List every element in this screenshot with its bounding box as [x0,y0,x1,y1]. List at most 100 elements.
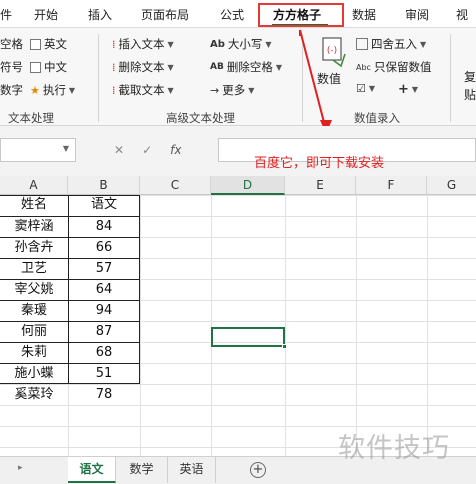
round-button[interactable]: 四舍五入 ▼ [356,36,426,52]
case-button[interactable]: Ab 大小写 ▼ [210,36,272,52]
menu-item-file[interactable]: 件 [0,6,12,23]
keep-value-button[interactable]: Abc 只保留数值 [356,59,431,75]
menu-item-review[interactable]: 审阅 [405,6,429,23]
sheet-tab-english[interactable]: 英语 [168,457,216,483]
menu-item-formulas[interactable]: 公式 [220,6,244,23]
round-icon [356,38,368,50]
arrow-icon: → [210,83,220,97]
table-cell-score[interactable]: 57 [68,259,140,278]
table-cell-score[interactable]: 64 [68,280,140,299]
name-box[interactable]: ▼ [0,138,76,162]
delete-spaces-icon: AB [210,62,224,72]
annotation-text: 百度它，即可下载安装 [254,156,385,171]
table-cell-score[interactable]: 78 [68,385,140,404]
table-cell-name[interactable]: 窦梓涵 [0,217,68,236]
menu-item-home[interactable]: 开始 [34,6,58,23]
english-checkbox[interactable]: 英文 [30,36,67,52]
menu-item-view[interactable]: 视 [456,6,468,23]
selected-cell[interactable] [211,327,285,347]
add-sheet-button[interactable]: + [250,462,266,478]
more-button[interactable]: → 更多 ▼ [210,82,254,98]
execute-button[interactable]: ★ 执行 ▼ [30,82,75,98]
edit-icon: ☑ [356,82,366,95]
group-divider [98,34,99,122]
highlight-box [258,3,344,27]
svg-text:(-): (-) [327,46,337,56]
header-cell-chinese[interactable]: 语文 [68,195,140,214]
chevron-down-icon: ▼ [275,62,282,72]
column-header-b[interactable]: B [68,176,140,195]
table-cell-name[interactable]: 奚菜玲 [0,385,68,404]
chevron-down-icon: ▼ [68,85,76,95]
value-icon: (-) [322,37,346,68]
extract-text-button[interactable]: ⁞ 截取文本 ▼ [112,82,174,98]
chevron-down-icon: ▼ [420,39,427,49]
gridline-vertical [356,195,357,456]
value-button[interactable]: (-) 数值 [315,34,349,94]
table-cell-score[interactable]: 68 [68,343,140,362]
column-header-e[interactable]: E [285,176,356,195]
table-cell-name[interactable]: 宰父姚 [0,280,68,299]
column-header-a[interactable]: A [0,176,68,195]
edit-button[interactable]: ☑ ▼ [356,82,375,95]
table-cell-name[interactable]: 施小蝶 [0,364,68,383]
insert-text-label: 插入文本 [118,37,165,51]
keep-value-label: 只保留数值 [373,60,432,74]
execute-label: 执行 [42,83,66,97]
group-label-number: 数值录入 [354,111,400,125]
delete-text-label: 删除文本 [118,60,165,74]
table-cell-score[interactable]: 94 [68,301,140,320]
column-header-g[interactable]: G [427,176,476,195]
remove-space-button[interactable]: 空格 [0,36,23,52]
gridline-vertical [211,195,212,456]
chevron-down-icon: ▼ [411,85,419,94]
paste-button[interactable]: 贴 [464,86,476,103]
cancel-icon[interactable]: ✕ [114,143,124,157]
confirm-icon[interactable]: ✓ [142,143,152,157]
case-icon: Ab [210,38,225,50]
chevron-down-icon: ▼ [265,39,272,49]
copy-button[interactable]: 复 [464,68,476,85]
table-cell-score[interactable]: 87 [68,322,140,341]
sheet-tab-math[interactable]: 数学 [116,457,168,483]
value-label: 数值 [317,72,342,86]
sheet-tab-chinese[interactable]: 语文 [68,457,116,483]
table-cell-score[interactable]: 84 [68,217,140,236]
column-header-f[interactable]: F [356,176,427,195]
group-label-text: 文本处理 [8,111,54,125]
table-cell-name[interactable]: 秦瑗 [0,301,68,320]
header-cell-name[interactable]: 姓名 [0,195,68,214]
round-label: 四舍五入 [371,37,417,51]
scroll-left-icon[interactable]: ▸ [18,463,23,473]
menu-item-page-layout[interactable]: 页面布局 [141,6,189,23]
fx-icon[interactable]: fx [170,143,181,157]
column-header-c[interactable]: C [140,176,211,195]
checkbox-icon [30,61,41,73]
table-cell-name[interactable]: 卫艺 [0,259,68,278]
add-button[interactable]: + ▼ [398,82,418,97]
chinese-checkbox[interactable]: 中文 [30,59,67,75]
ribbon: 空格 符号 数字 英文 中文 ★ 执行 ▼ 文本处理 ⁞ 插入文本 ▼ ⁞ 删除文本 ▼ ⁞… [0,28,476,126]
insert-text-button[interactable]: ⁞ 插入文本 ▼ [112,36,174,52]
delete-spaces-button[interactable]: AB 删除空格 ▼ [210,59,282,75]
group-label-advanced: 高级文本处理 [166,111,235,125]
case-label: 大小写 [227,37,263,51]
delete-text-button[interactable]: ⁞ 删除文本 ▼ [112,59,174,75]
menu-item-data[interactable]: 数据 [352,6,376,23]
column-header-d[interactable]: D [211,176,285,195]
menu-bar: 件 开始 插入 页面布局 公式 方方格子 数据 审阅 视 [0,0,476,28]
table-cell-name[interactable]: 朱莉 [0,343,68,362]
remove-number-button[interactable]: 数字 [0,82,23,98]
delete-spaces-label: 删除空格 [226,60,273,74]
table-cell-score[interactable]: 51 [68,364,140,383]
chevron-down-icon: ▼ [167,39,174,49]
english-label: 英文 [44,37,67,51]
chinese-label: 中文 [44,60,67,74]
remove-symbol-button[interactable]: 符号 [0,59,23,75]
table-cell-name[interactable]: 何丽 [0,322,68,341]
menu-item-insert[interactable]: 插入 [88,6,112,23]
table-cell-score[interactable]: 66 [68,238,140,257]
remove-space-label: 空格 [0,37,23,51]
fill-handle[interactable] [282,344,287,349]
table-cell-name[interactable]: 孙含卉 [0,238,68,257]
